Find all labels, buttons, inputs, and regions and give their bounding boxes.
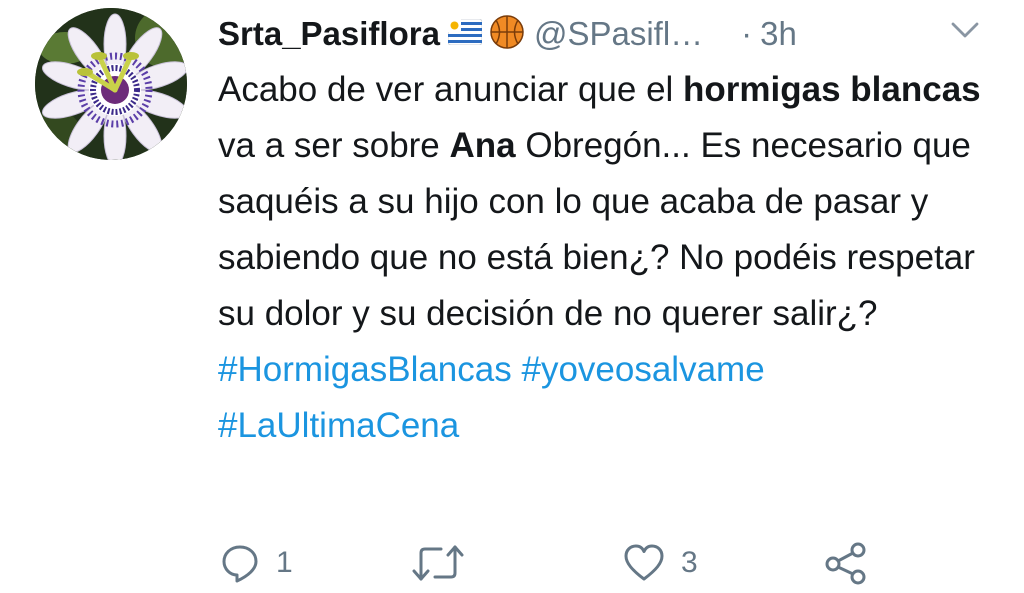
reply-button[interactable]: 1	[220, 538, 293, 588]
basketball-icon	[490, 14, 524, 54]
tweet-text: Acabo de ver anunciar que el hormigas bl…	[218, 62, 1008, 454]
passion-flower-image	[35, 8, 187, 160]
tweet-text-bold: hormigas blancas	[683, 70, 981, 109]
tweet-actions: 1 3	[0, 538, 1024, 588]
hashtag-link[interactable]: #LaUltimaCena	[218, 406, 459, 445]
like-count: 3	[681, 546, 698, 579]
tweet-text-bold: Ana	[449, 126, 516, 165]
avatar[interactable]	[35, 8, 187, 160]
retweet-icon	[412, 545, 464, 581]
tweet-text-segment: Acabo de ver anunciar que el	[218, 70, 684, 109]
like-icon	[624, 544, 664, 581]
user-handle[interactable]: @SPasifl…	[534, 15, 703, 53]
caret-down-icon[interactable]	[948, 18, 982, 42]
tweet-header: Srta_Pasiflora @SPasifl… · 3h	[218, 8, 797, 60]
separator-dot: ·	[741, 15, 753, 52]
tweet-text-segment: va a ser sobre	[218, 126, 450, 165]
hashtag-link[interactable]: #HormigasBlancas	[218, 350, 512, 389]
reply-count: 1	[276, 546, 293, 579]
retweet-button[interactable]	[410, 538, 482, 588]
tweet[interactable]: Srta_Pasiflora @SPasifl… · 3h Acabo de v…	[0, 0, 1024, 593]
share-icon	[825, 542, 866, 585]
like-button[interactable]: 3	[623, 538, 698, 588]
timestamp[interactable]: 3h	[760, 15, 797, 53]
share-button[interactable]	[824, 538, 868, 588]
display-name[interactable]: Srta_Pasiflora	[218, 15, 440, 53]
reply-icon	[222, 545, 258, 583]
uruguay-flag-icon	[447, 18, 483, 50]
hashtag-link[interactable]: #yoveosalvame	[521, 350, 764, 389]
